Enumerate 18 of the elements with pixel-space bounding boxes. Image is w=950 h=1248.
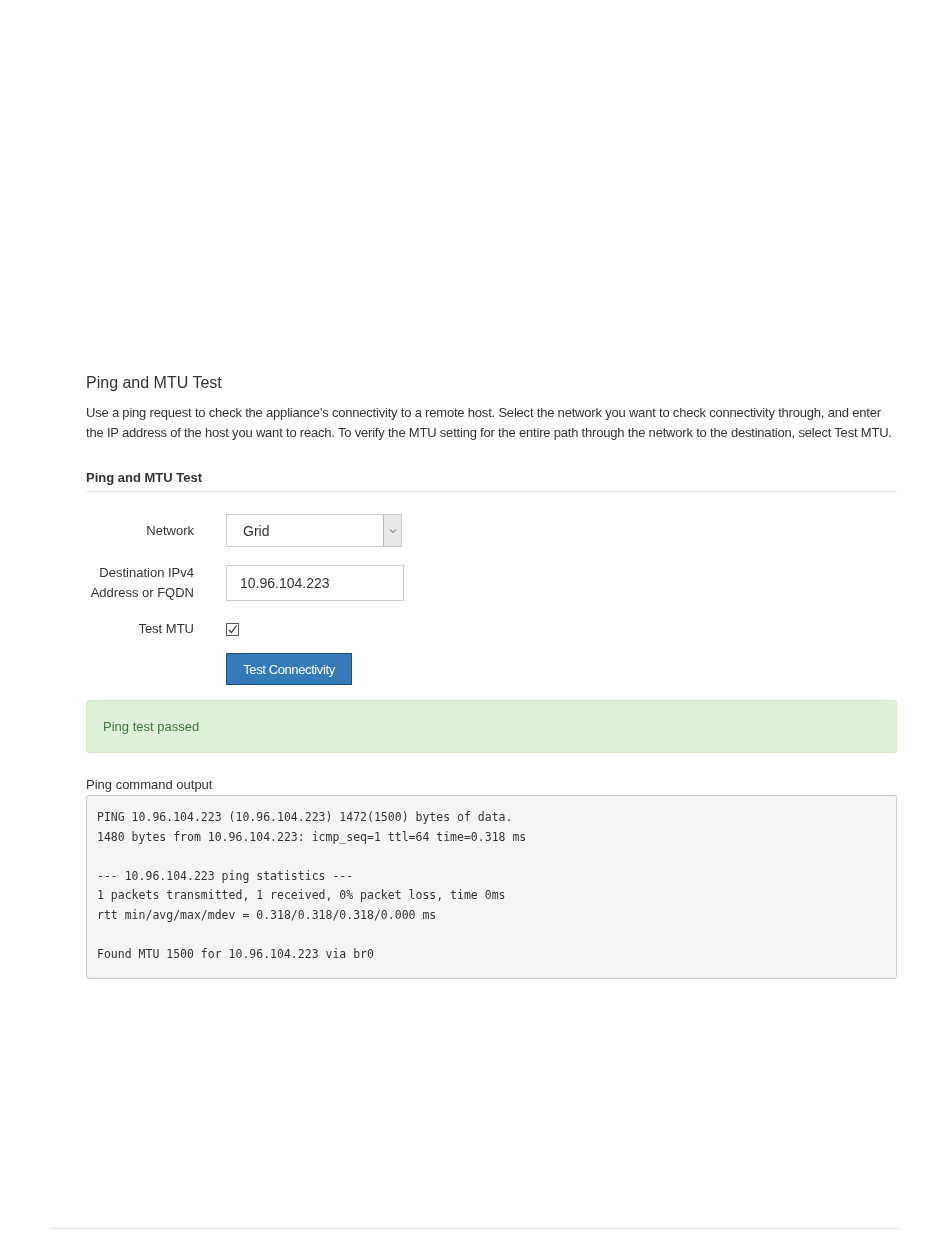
output-line: 1480 bytes from 10.96.104.223: icmp_seq=1 ttl=64 time=0.318 ms: [97, 828, 527, 846]
output-line: --- 10.96.104.223 ping statistics ---: [97, 867, 354, 885]
output-line: 1 packets transmitted, 1 received, 0% packet loss, time 0ms: [97, 887, 506, 905]
network-dropdown[interactable]: Grid: [226, 514, 402, 547]
description-text: Use a ping request to check the appliance's connectivity to a remote host. Select the network you want to check connectivity through, and enter the IP address of the host you want to reach. To verify the MTU setting for the entire path through the network to the destination, select Test MTU.: [86, 404, 893, 442]
test-connectivity-button[interactable]: Test Connectivity: [226, 653, 352, 685]
output-line: Found MTU 1500 for 10.96.104.223 via br0: [97, 946, 374, 964]
field-label: Network: [145, 521, 194, 540]
test-mtu-checkbox[interactable]: [226, 622, 239, 636]
destination-input[interactable]: 10.96.104.223: [226, 565, 404, 601]
field-label: Destination IPv4 Address or FQDN: [89, 564, 194, 602]
page-title: Ping and MTU Test: [86, 373, 223, 393]
output-line: rtt min/avg/max/mdev = 0.318/0.318/0.318/0.000 ms: [97, 906, 437, 924]
output-label: Ping command output: [86, 777, 214, 793]
output-line: PING 10.96.104.223 (10.96.104.223) 1472(1500) bytes of data.: [97, 809, 513, 826]
field-label: Test MTU: [137, 620, 194, 638]
section-title: Ping and MTU Test: [86, 469, 897, 492]
alert-message: Ping test passed: [103, 719, 200, 734]
